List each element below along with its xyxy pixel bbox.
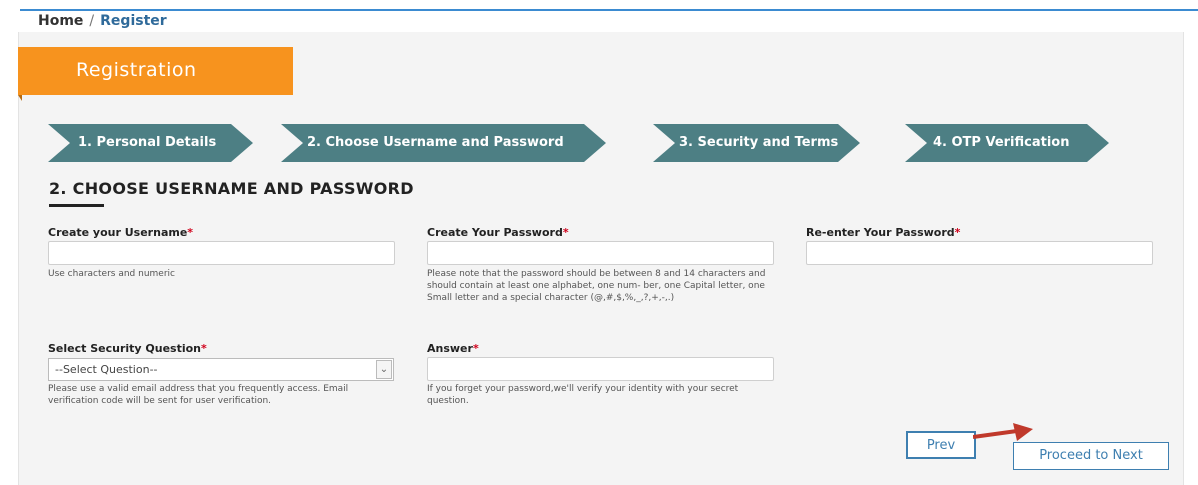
section-title: 2. CHOOSE USERNAME AND PASSWORD <box>49 179 414 198</box>
step-choose-username[interactable]: 2. Choose Username and Password <box>281 124 606 162</box>
password-help: Please note that the password should be … <box>427 269 766 303</box>
username-input[interactable] <box>48 241 395 265</box>
username-help: Use characters and numeric <box>48 269 175 279</box>
security-question-label: Select Security Question* <box>48 342 207 355</box>
reenter-password-input[interactable] <box>806 241 1153 265</box>
top-border-line <box>20 9 1198 11</box>
proceed-next-button[interactable]: Proceed to Next <box>1013 442 1169 470</box>
tab-notch <box>18 95 22 101</box>
breadcrumb-separator: / <box>89 13 95 29</box>
password-input[interactable] <box>427 241 774 265</box>
breadcrumb-current[interactable]: Register <box>100 13 167 29</box>
security-question-help: Please use a valid email address that yo… <box>48 384 349 406</box>
registration-tab: Registration <box>18 47 293 101</box>
step-otp-verification[interactable]: 4. OTP Verification <box>905 124 1109 162</box>
required-mark: * <box>201 342 207 355</box>
username-label-text: Create your Username <box>48 226 188 239</box>
prev-button[interactable]: Prev <box>906 431 976 459</box>
reenter-password-label: Re-enter Your Password* <box>806 226 960 239</box>
reenter-password-label-text: Re-enter Your Password <box>806 226 955 239</box>
required-mark: * <box>562 226 569 239</box>
required-mark: * <box>954 226 961 239</box>
required-mark: * <box>187 226 194 239</box>
required-mark: * <box>472 342 479 355</box>
step-security-terms[interactable]: 3. Security and Terms <box>653 124 860 162</box>
username-label: Create your Username* <box>48 226 193 239</box>
chevron-down-icon[interactable]: ⌄ <box>376 360 392 379</box>
breadcrumb-home[interactable]: Home <box>38 13 83 29</box>
answer-label-text: Answer <box>427 342 473 355</box>
step-label: 2. Choose Username and Password <box>307 135 564 150</box>
security-question-label-text: Select Security Question <box>48 342 202 355</box>
section-title-underline <box>49 204 104 207</box>
answer-help: If you forget your password,we'll verify… <box>427 384 739 406</box>
arrow-pointer-icon <box>973 423 1033 441</box>
registration-tab-label: Registration <box>76 59 197 81</box>
step-personal-details[interactable]: 1. Personal Details <box>48 124 253 162</box>
security-question-selected: --Select Question-- <box>55 363 158 376</box>
password-label-text: Create Your Password <box>427 226 563 239</box>
step-label: 3. Security and Terms <box>679 135 839 150</box>
answer-label: Answer* <box>427 342 479 355</box>
step-progress: 1. Personal Details 2. Choose Username a… <box>0 124 1198 162</box>
password-label: Create Your Password* <box>427 226 569 239</box>
breadcrumb: Home / Register <box>38 13 167 29</box>
answer-input[interactable] <box>427 357 774 381</box>
step-label: 1. Personal Details <box>78 135 217 150</box>
security-question-select[interactable]: --Select Question-- ⌄ <box>48 358 394 381</box>
step-label: 4. OTP Verification <box>933 135 1070 150</box>
